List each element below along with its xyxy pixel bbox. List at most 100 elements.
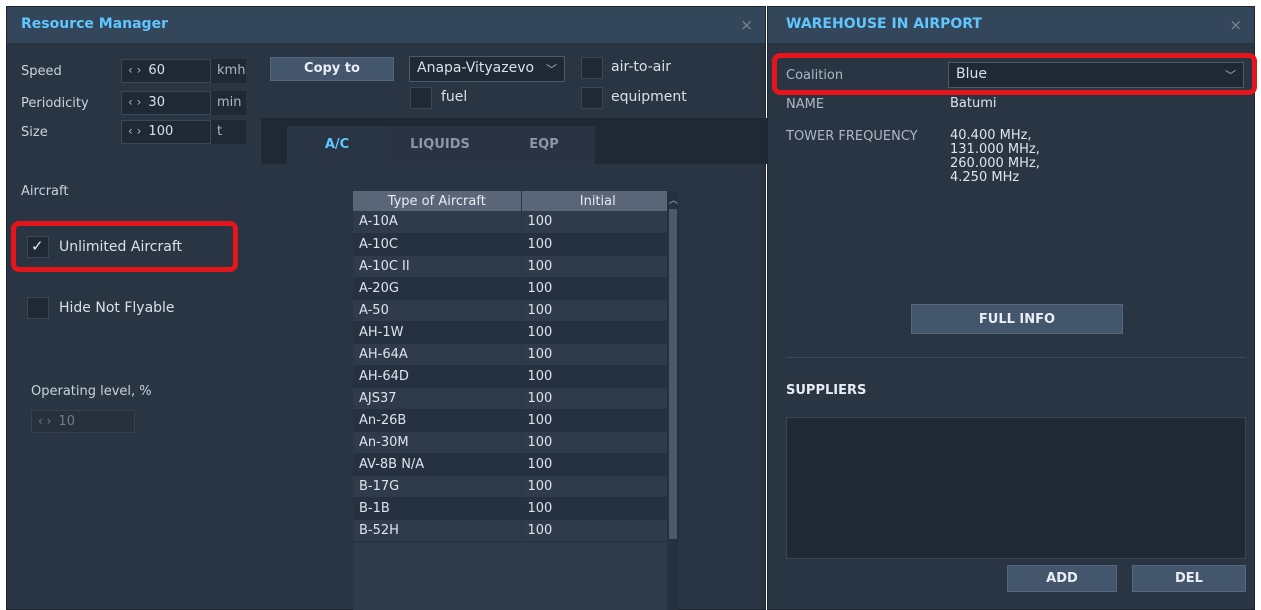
- aircraft-type-cell[interactable]: B-17G: [353, 475, 522, 498]
- table-row[interactable]: AH-64A 100: [353, 343, 675, 366]
- divider: [786, 357, 1246, 358]
- warehouse-title: WAREHOUSE IN AIRPORT: [786, 16, 982, 32]
- initial-count-cell[interactable]: 100: [521, 475, 675, 498]
- coalition-select[interactable]: Blue ﹀: [948, 62, 1244, 88]
- full-info-button[interactable]: FULL INFO: [911, 304, 1123, 334]
- initial-count-cell[interactable]: 100: [521, 211, 675, 234]
- table-row[interactable]: A-20G 100: [353, 277, 675, 300]
- table-row[interactable]: AH-64D 100: [353, 365, 675, 388]
- initial-count-cell[interactable]: 100: [521, 277, 675, 300]
- initial-count-cell[interactable]: 100: [521, 365, 675, 388]
- resource-manager-titlebar: Resource Manager ×: [7, 7, 765, 43]
- coalition-label: Coalition: [786, 68, 844, 83]
- initial-count-cell[interactable]: 100: [521, 431, 675, 454]
- periodicity-value: 30: [148, 95, 165, 110]
- initial-count-cell[interactable]: 100: [521, 409, 675, 432]
- tab-aircraft[interactable]: A/C: [287, 126, 387, 164]
- table-row[interactable]: A-50 100: [353, 299, 675, 322]
- aircraft-type-cell[interactable]: AH-64D: [353, 365, 522, 388]
- copy-to-button[interactable]: Copy to: [270, 57, 394, 81]
- initial-count-cell[interactable]: 100: [521, 343, 675, 366]
- tower-frequency-value: 4.250 MHz: [950, 170, 1020, 185]
- speed-spinner[interactable]: ‹ › 60: [121, 59, 211, 83]
- aircraft-type-cell[interactable]: AH-1W: [353, 321, 522, 344]
- initial-count-cell[interactable]: 100: [521, 387, 675, 410]
- close-icon[interactable]: ×: [740, 16, 753, 34]
- tab-liquids[interactable]: LIQUIDS: [387, 126, 493, 164]
- table-row[interactable]: B-1B 100: [353, 497, 675, 520]
- table-row[interactable]: B-17G 100: [353, 475, 675, 498]
- equipment-checkbox[interactable]: [581, 87, 603, 109]
- checkmark-icon: ✓: [31, 237, 44, 255]
- speed-unit: kmh: [210, 59, 246, 83]
- add-supplier-button[interactable]: ADD: [1007, 565, 1117, 592]
- fuel-checkbox[interactable]: [410, 87, 432, 109]
- unlimited-aircraft-checkbox[interactable]: ✓: [27, 236, 49, 258]
- initial-count-cell[interactable]: 100: [521, 453, 675, 476]
- table-row[interactable]: B-52H 100: [353, 519, 675, 542]
- aircraft-type-cell[interactable]: B-1B: [353, 497, 522, 520]
- initial-count-cell[interactable]: 100: [521, 255, 675, 278]
- tower-frequency-value: 40.400 MHz,: [950, 128, 1032, 143]
- warehouse-titlebar: WAREHOUSE IN AIRPORT ×: [768, 7, 1254, 43]
- unlimited-aircraft-label: Unlimited Aircraft: [59, 239, 182, 255]
- spinner-arrows-icon[interactable]: ‹ ›: [38, 414, 51, 428]
- operating-level-label: Operating level, %: [31, 384, 152, 399]
- spinner-arrows-icon[interactable]: ‹ ›: [128, 124, 141, 138]
- table-row[interactable]: An-26B 100: [353, 409, 675, 432]
- table-row[interactable]: AH-1W 100: [353, 321, 675, 344]
- aircraft-type-cell[interactable]: A-50: [353, 299, 522, 322]
- column-header-initial[interactable]: Initial: [521, 191, 675, 211]
- suppliers-list[interactable]: [786, 417, 1246, 559]
- aircraft-type-cell[interactable]: A-10C: [353, 233, 522, 256]
- size-spinner[interactable]: ‹ › 100: [121, 120, 211, 144]
- equipment-label: equipment: [611, 89, 687, 105]
- periodicity-spinner[interactable]: ‹ › 30: [121, 91, 211, 115]
- aircraft-heading: Aircraft: [21, 184, 69, 199]
- size-label: Size: [21, 125, 48, 140]
- column-header-type[interactable]: Type of Aircraft: [353, 191, 522, 211]
- table-scrollbar[interactable]: ︿: [667, 191, 679, 610]
- spinner-arrows-icon[interactable]: ‹ ›: [128, 95, 141, 109]
- initial-count-cell[interactable]: 100: [521, 519, 675, 542]
- tab-eqp[interactable]: EQP: [493, 126, 595, 164]
- warehouse-panel: WAREHOUSE IN AIRPORT × Coalition Blue ﹀ …: [767, 6, 1255, 610]
- chevron-down-icon: ﹀: [546, 63, 557, 76]
- aircraft-type-cell[interactable]: An-26B: [353, 409, 522, 432]
- initial-count-cell[interactable]: 100: [521, 233, 675, 256]
- aircraft-type-cell[interactable]: AH-64A: [353, 343, 522, 366]
- initial-count-cell[interactable]: 100: [521, 321, 675, 344]
- hide-not-flyable-checkbox[interactable]: [27, 297, 49, 319]
- table-row[interactable]: AJS37 100: [353, 387, 675, 410]
- scrollbar-thumb[interactable]: [669, 209, 677, 539]
- delete-supplier-button[interactable]: DEL: [1132, 565, 1246, 592]
- chevron-down-icon: ﹀: [1225, 69, 1236, 82]
- aircraft-type-cell[interactable]: AV-8B N/A: [353, 453, 522, 476]
- aircraft-type-cell[interactable]: A-20G: [353, 277, 522, 300]
- table-row[interactable]: A-10A 100: [353, 211, 675, 234]
- close-icon[interactable]: ×: [1229, 16, 1242, 34]
- aircraft-type-cell[interactable]: An-30M: [353, 431, 522, 454]
- airport-name: Batumi: [950, 96, 997, 111]
- air-to-air-checkbox[interactable]: [581, 57, 603, 79]
- coalition-value: Blue: [956, 66, 987, 82]
- scroll-up-icon[interactable]: ︿: [669, 193, 678, 206]
- aircraft-type-cell[interactable]: A-10C II: [353, 255, 522, 278]
- initial-count-cell[interactable]: 100: [521, 299, 675, 322]
- aircraft-table: Type of Aircraft Initial A-10A 100 A-10C 10…: [353, 191, 678, 610]
- aircraft-type-cell[interactable]: A-10A: [353, 211, 522, 234]
- table-row[interactable]: An-30M 100: [353, 431, 675, 454]
- aircraft-type-cell[interactable]: B-52H: [353, 519, 522, 542]
- initial-count-cell[interactable]: 100: [521, 497, 675, 520]
- category-tabs: A/C LIQUIDS EQP: [261, 118, 767, 164]
- table-row[interactable]: A-10C 100: [353, 233, 675, 256]
- aircraft-type-cell[interactable]: AJS37: [353, 387, 522, 410]
- table-row[interactable]: AV-8B N/A 100: [353, 453, 675, 476]
- resource-manager-panel: Resource Manager × Speed ‹ › 60 kmh Perio…: [6, 6, 767, 610]
- table-row[interactable]: A-10C II 100: [353, 255, 675, 278]
- operating-level-spinner[interactable]: ‹ › 10: [31, 410, 135, 433]
- airport-select[interactable]: Anapa-Vityazevo ﹀: [409, 56, 565, 82]
- air-to-air-label: air-to-air: [611, 59, 671, 75]
- operating-level-value: 10: [58, 414, 75, 429]
- spinner-arrows-icon[interactable]: ‹ ›: [128, 63, 141, 77]
